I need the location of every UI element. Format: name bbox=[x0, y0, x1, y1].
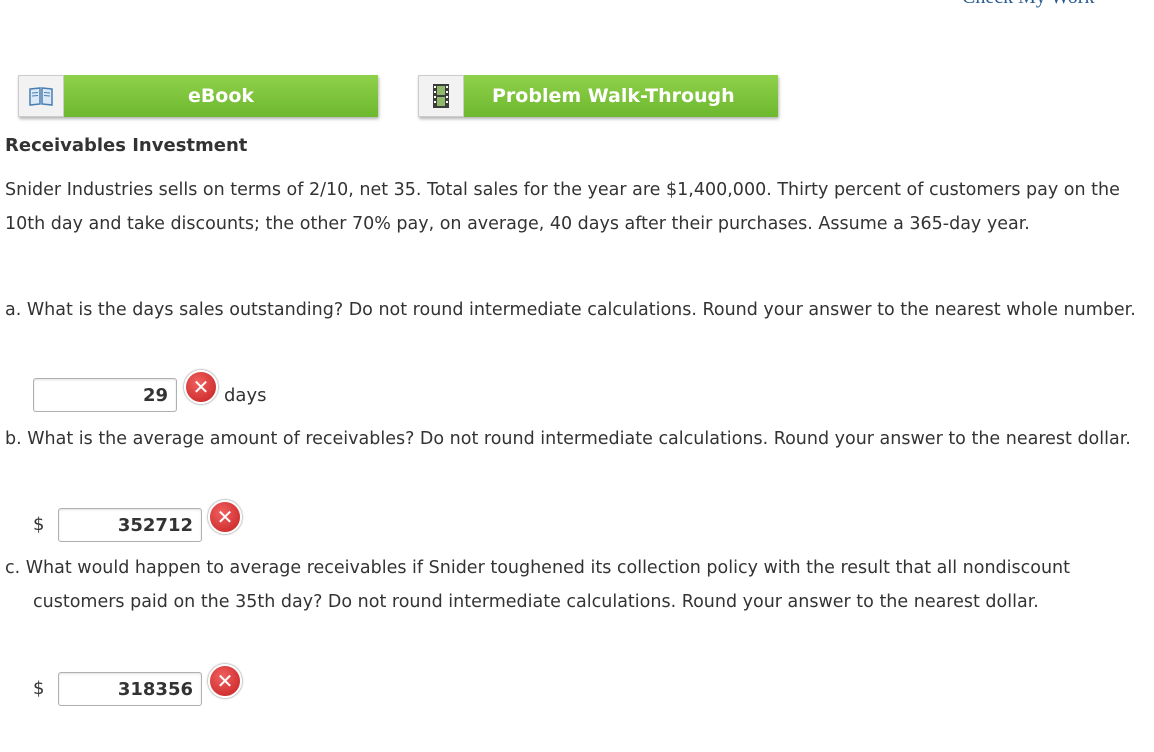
problem-walkthrough-label: Problem Walk-Through bbox=[464, 75, 778, 117]
incorrect-icon: ✕ bbox=[184, 370, 218, 404]
incorrect-icon: ✕ bbox=[208, 664, 242, 698]
answer-c-currency: $ bbox=[33, 678, 45, 699]
answer-a-unit: days bbox=[224, 385, 267, 406]
ebook-label: eBook bbox=[64, 75, 378, 117]
book-icon bbox=[18, 75, 64, 117]
answer-c-input[interactable] bbox=[58, 672, 202, 706]
question-b-text: b. What is the average amount of receiva… bbox=[5, 429, 1131, 449]
question-a-text: a. What is the days sales outstanding? D… bbox=[5, 300, 1136, 320]
problem-intro: Snider Industries sells on terms of 2/10… bbox=[5, 180, 1120, 234]
film-icon bbox=[418, 75, 464, 117]
incorrect-icon: ✕ bbox=[208, 500, 242, 534]
answer-b-input[interactable] bbox=[58, 508, 202, 542]
problem-walkthrough-button[interactable]: Problem Walk-Through bbox=[418, 75, 778, 117]
answer-a-input[interactable] bbox=[33, 378, 177, 412]
question-c-text: c. What would happen to average receivab… bbox=[5, 558, 1070, 612]
ebook-button[interactable]: eBook bbox=[18, 75, 378, 117]
problem-title: Receivables Investment bbox=[5, 135, 248, 156]
answer-b-currency: $ bbox=[33, 514, 45, 535]
check-my-work-link[interactable]: Check My Work bbox=[962, 0, 1094, 9]
